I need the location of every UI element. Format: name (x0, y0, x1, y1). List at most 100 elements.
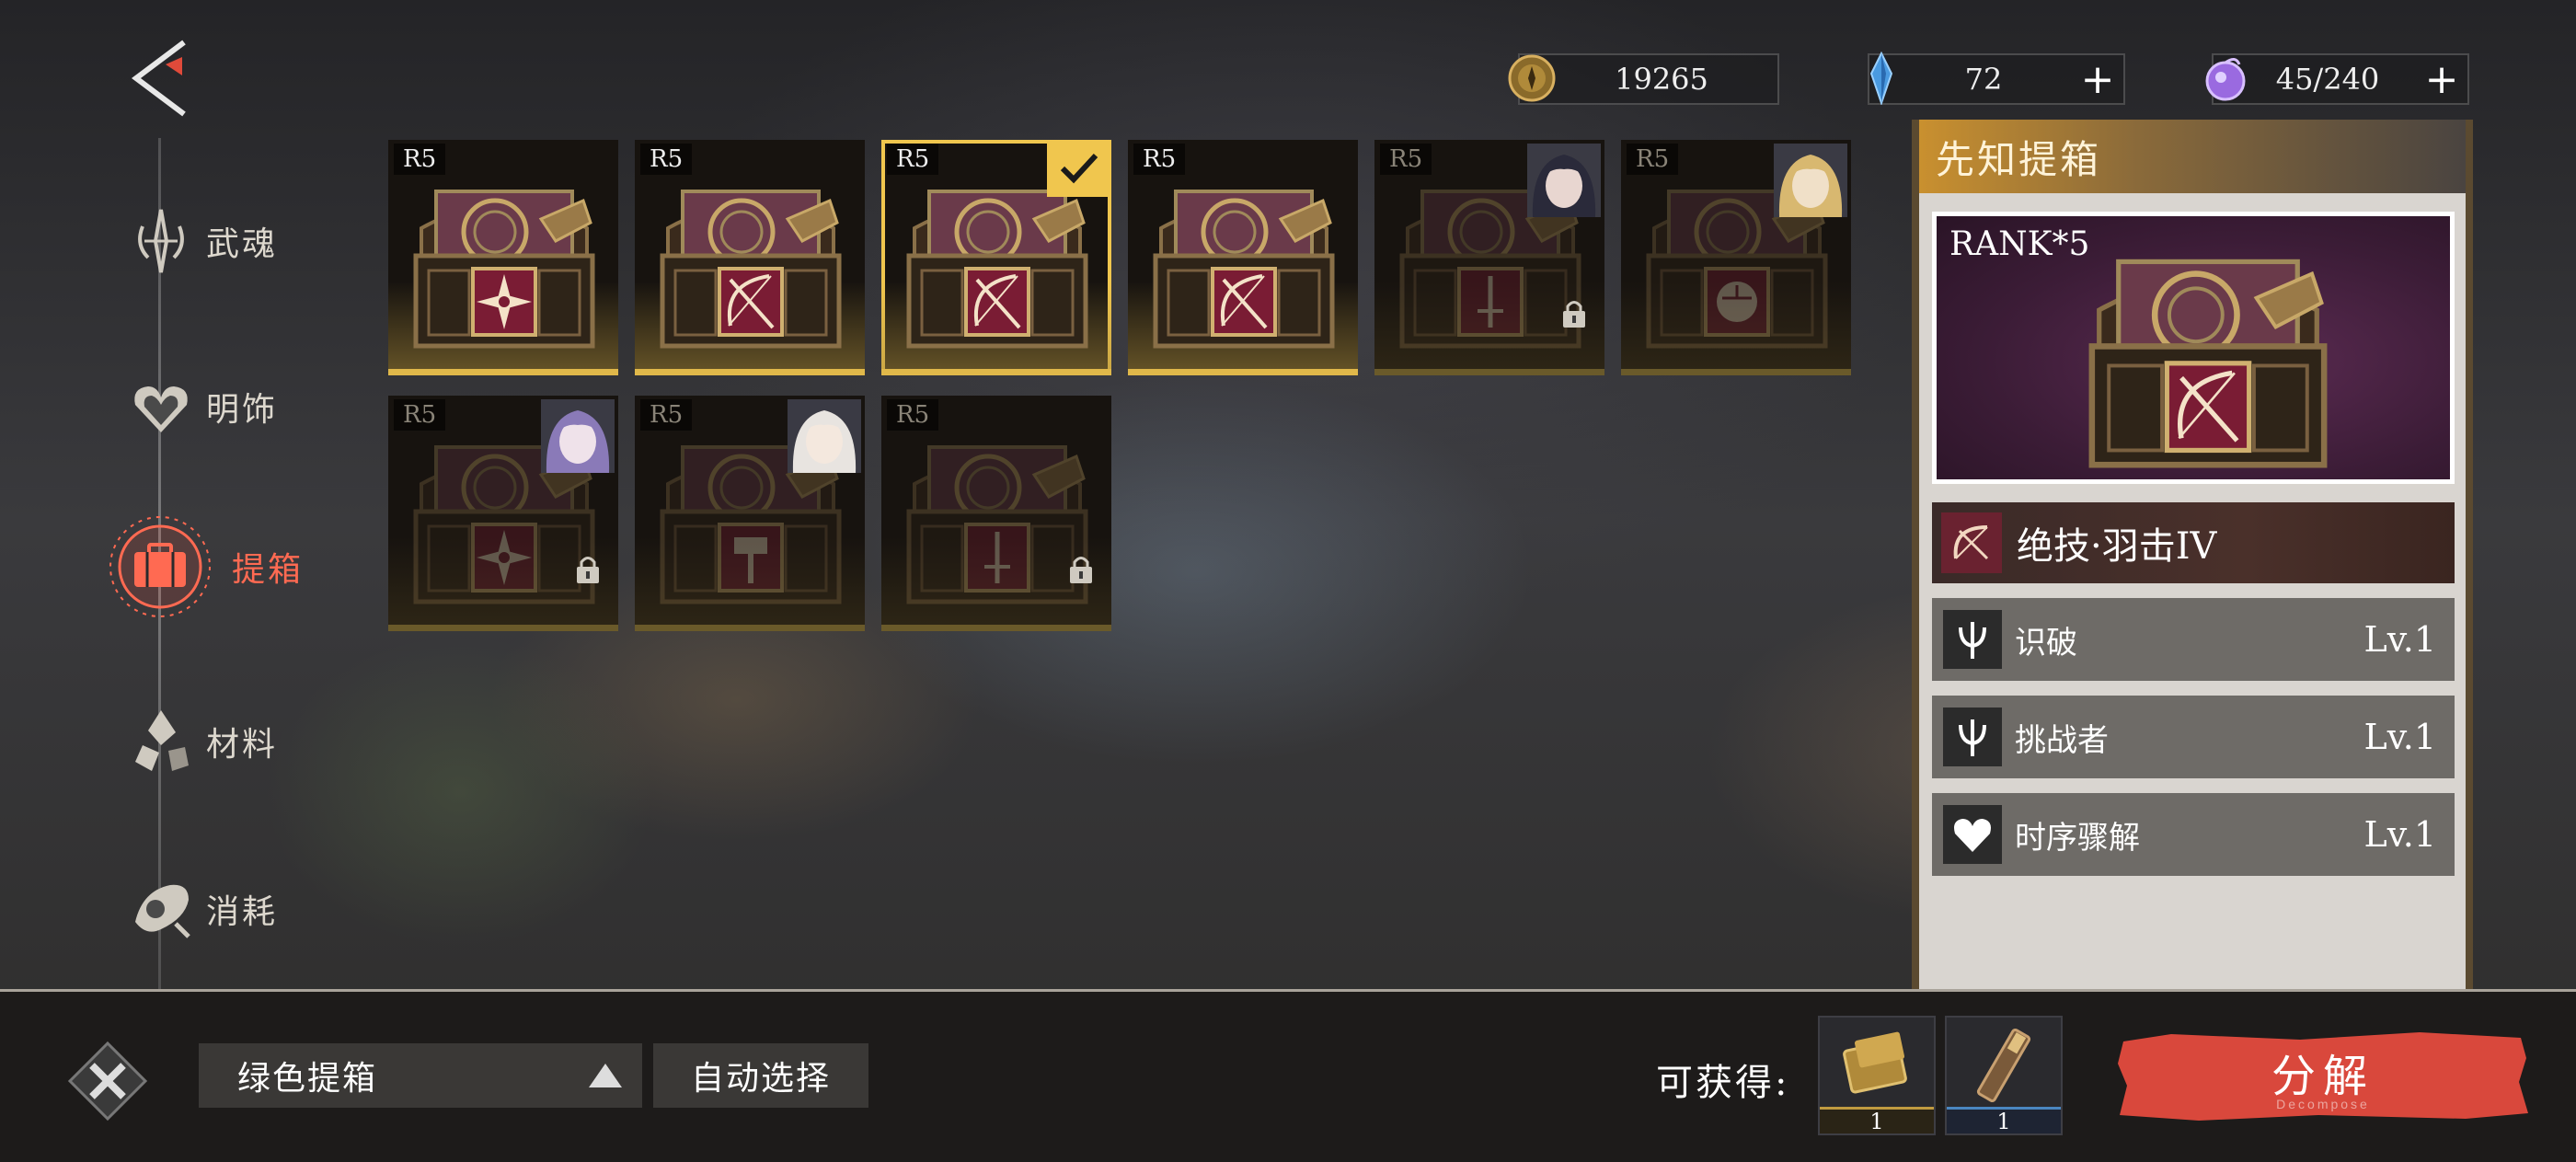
rank-badge: R5 (640, 144, 693, 175)
chest-card[interactable]: R5 (881, 140, 1111, 375)
skill-name: 识破 (2015, 624, 2077, 662)
sidebar-item-label: 明饰 (206, 391, 279, 429)
rank-badge: R5 (394, 144, 446, 175)
sidebar-item-suitcase[interactable]: 提箱 (109, 516, 359, 617)
chest-card[interactable]: R5 (635, 396, 865, 631)
sidebar-item-label: 材料 (206, 726, 279, 764)
obtain-label: 可获得: (1656, 1062, 1790, 1104)
sidebar-item-label: 武魂 (206, 225, 279, 263)
main-skill-name: 绝技·羽击IV (2017, 525, 2217, 568)
add-orb-button[interactable]: + (2416, 55, 2467, 103)
sidebar-item-material[interactable]: 材料 (120, 696, 359, 788)
chest-image (403, 164, 605, 357)
rarity-bar (1621, 369, 1851, 375)
rarity-bar (881, 369, 1111, 375)
preview-rank: RANK*5 (1949, 225, 2090, 263)
trident-icon (1943, 708, 2002, 766)
rarity-bar (388, 625, 618, 631)
rank-badge: R5 (887, 399, 939, 431)
rarity-bar (1374, 369, 1604, 375)
rarity-bar (388, 369, 618, 375)
sidebar-item-label: 提箱 (232, 551, 305, 589)
auto-select-button[interactable]: 自动选择 (653, 1043, 868, 1108)
add-crystal-button[interactable]: + (2072, 55, 2123, 103)
back-button[interactable] (129, 37, 202, 120)
skill-level: Lv.1 (2363, 619, 2436, 660)
lock-icon (1563, 301, 1585, 328)
gold-material-icon (1843, 1031, 1907, 1094)
blue-material-icon (1976, 1028, 2031, 1103)
bottom-bar: 绿色提箱 自动选择 可获得: 1 1 分解 Decompose (0, 989, 2576, 1162)
chest-image (650, 164, 852, 357)
currency-orb: 45/240 + (2205, 53, 2469, 105)
currency-crystal: 72 + (1868, 52, 2125, 105)
trident-icon (1943, 610, 2002, 669)
skill-row[interactable]: 识破 Lv.1 (1932, 598, 2455, 681)
decompose-sublabel: Decompose (2276, 1097, 2370, 1111)
chest-card[interactable]: R5 (388, 140, 618, 375)
suitcase-icon (107, 513, 213, 620)
purple-orb-icon (2205, 58, 2246, 101)
rarity-bar (881, 625, 1111, 631)
skill-row[interactable]: 挑战者 Lv.1 (1932, 696, 2455, 778)
detail-panel: 先知提箱 RANK*5 绝技·羽击IV 识破 Lv.1 挑战者 Lv.1 时序骤… (1912, 120, 2473, 994)
triangle-up-icon (589, 1064, 622, 1087)
reward-count: 1 (1820, 1107, 1934, 1133)
sidebar-item-accessory[interactable]: 明饰 (120, 361, 359, 453)
skill-row[interactable]: 时序骤解 Lv.1 (1932, 793, 2455, 876)
bow-icon (1941, 512, 2002, 573)
reward-item[interactable]: 1 (1945, 1016, 2063, 1135)
skill-name: 时序骤解 (2015, 819, 2140, 857)
skill-level: Lv.1 (2363, 814, 2436, 855)
lock-icon (577, 557, 599, 583)
decompose-button[interactable]: 分解 Decompose (2116, 1030, 2530, 1122)
checkmark-icon (1047, 140, 1111, 197)
lock-icon (1070, 557, 1092, 583)
currency-gold: 19265 (1508, 53, 1779, 105)
filter-dropdown[interactable]: 绿色提箱 (199, 1043, 642, 1108)
character-portrait-icon (541, 399, 615, 473)
sidebar-item-consumable[interactable]: 消耗 (120, 863, 359, 955)
close-button[interactable] (66, 1040, 149, 1122)
chest-card[interactable]: R5 (635, 140, 865, 375)
detail-title: 先知提箱 (1919, 120, 2466, 193)
close-icon (67, 1041, 148, 1122)
rank-badge: R5 (1627, 144, 1679, 175)
character-portrait-icon (788, 399, 861, 473)
chest-card[interactable]: R5 (1374, 140, 1604, 375)
skill-level: Lv.1 (2363, 717, 2436, 757)
rank-badge: R5 (887, 144, 939, 175)
warsoul-icon (120, 200, 202, 282)
main-skill[interactable]: 绝技·羽击IV (1932, 502, 2455, 583)
chest-preview: RANK*5 (1932, 212, 2455, 484)
reward-count: 1 (1947, 1107, 2061, 1133)
rarity-bar (635, 369, 865, 375)
back-arrow-icon (132, 40, 186, 117)
chest-image (1143, 164, 1345, 357)
decompose-label: 分解 (2271, 1051, 2375, 1102)
skill-name: 挑战者 (2015, 721, 2109, 759)
character-portrait-icon (1527, 144, 1601, 217)
rarity-bar (1128, 369, 1358, 375)
gold-value: 19265 (1615, 62, 1708, 97)
rank-badge: R5 (1380, 144, 1432, 175)
rank-badge: R5 (394, 399, 446, 431)
chest-card[interactable]: R5 (1621, 140, 1851, 375)
reward-item[interactable]: 1 (1818, 1016, 1936, 1135)
consumable-icon (120, 868, 202, 950)
rank-badge: R5 (1133, 144, 1186, 175)
chest-card[interactable]: R5 (1128, 140, 1358, 375)
gold-coin-icon (1508, 54, 1556, 102)
blue-crystal-icon (1869, 52, 1893, 105)
heart-icon (1943, 805, 2002, 864)
sidebar-item-label: 消耗 (206, 893, 279, 931)
chest-card[interactable]: R5 (388, 396, 618, 631)
chest-image (2075, 225, 2341, 479)
material-icon (120, 700, 202, 783)
filter-value: 绿色提箱 (237, 1060, 378, 1098)
chest-card[interactable]: R5 (881, 396, 1111, 631)
sidebar-item-warsoul[interactable]: 武魂 (120, 195, 359, 287)
rank-badge: R5 (640, 399, 693, 431)
character-portrait-icon (1774, 144, 1847, 217)
rarity-bar (635, 625, 865, 631)
